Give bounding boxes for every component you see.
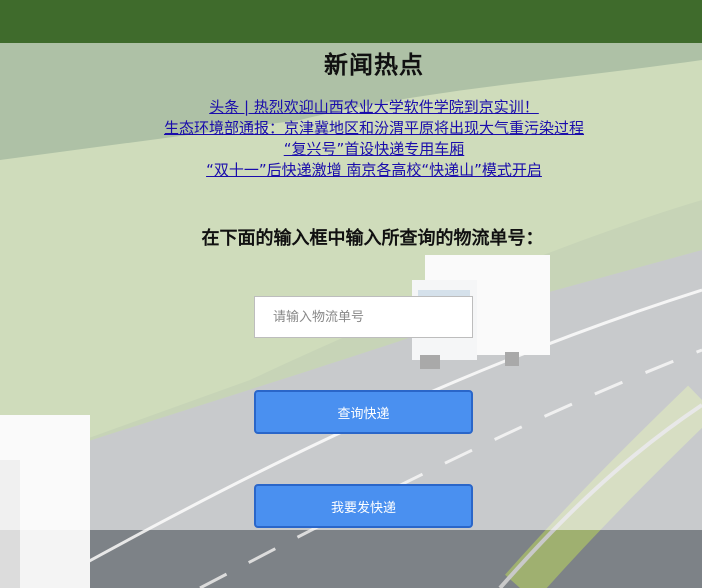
news-link-3[interactable]: “复兴号”首设快递专用车厢 — [0, 139, 702, 160]
page-title: 新闻热点 — [324, 51, 424, 79]
tracking-prompt: 在下面的输入框中输入所查询的物流单号： — [201, 228, 544, 249]
news-link-2[interactable]: 生态环境部通报：京津冀地区和汾渭平原将出现大气重污染过程 — [0, 118, 702, 139]
news-link-4[interactable]: “双十一”后快递激增 南京各高校“快递山”模式开启 — [0, 160, 702, 181]
page: 新闻热点 头条 | 热烈欢迎山西农业大学软件学院到京实训！ 生态环境部通报：京津… — [0, 0, 702, 588]
news-link-1[interactable]: 头条 | 热烈欢迎山西农业大学软件学院到京实训！ — [0, 97, 702, 118]
send-express-button[interactable]: 我要发快递 — [254, 484, 473, 528]
query-express-button[interactable]: 查询快递 — [254, 390, 473, 434]
news-list: 头条 | 热烈欢迎山西农业大学软件学院到京实训！ 生态环境部通报：京津冀地区和汾… — [0, 97, 702, 181]
tracking-number-input[interactable] — [254, 296, 473, 338]
